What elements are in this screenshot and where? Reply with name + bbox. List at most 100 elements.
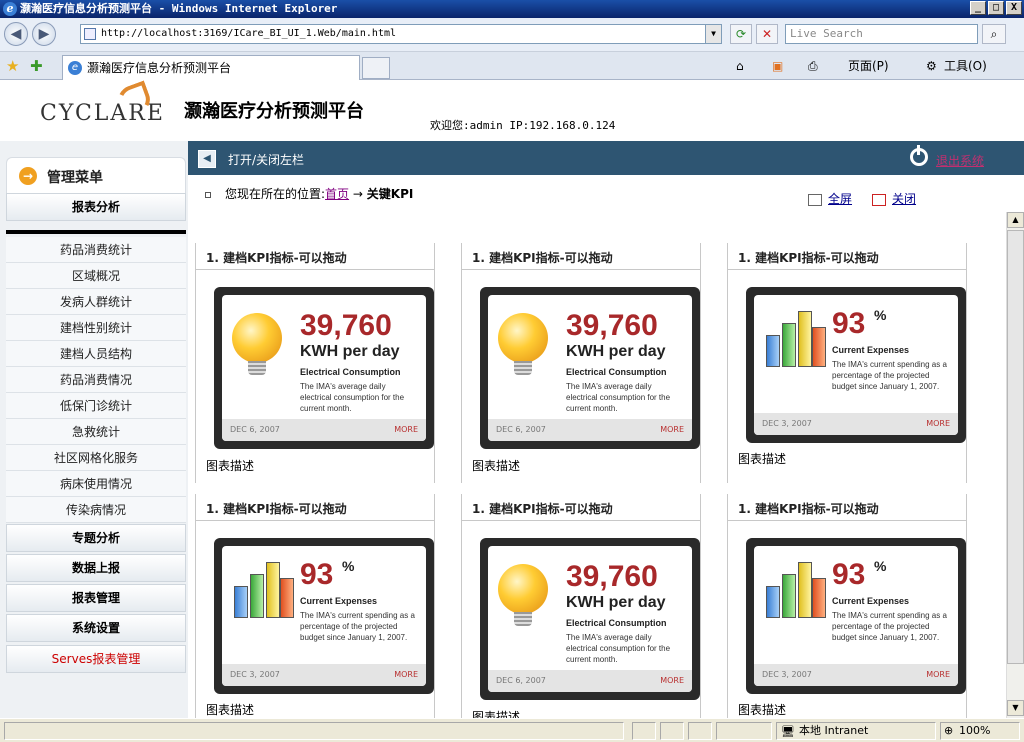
kpi-panel[interactable]: 1. 建档KPI指标-可以拖动 39,760 KWH per day Elect… [195,243,435,483]
sidebar-item[interactable]: 区域概况 [6,263,186,289]
more-link[interactable]: MORE [926,413,950,435]
kpi-card[interactable]: 93 % Current Expenses The IMA's current … [746,287,966,443]
bar-icon [782,323,796,367]
bar-chart-icon [766,311,826,367]
power-icon[interactable] [910,145,928,166]
page-menu[interactable]: 页面(P) [848,58,889,74]
bar-icon [798,311,812,367]
kpi-value: 93 [300,558,334,591]
zoom-level[interactable]: ⊕ 100% [940,722,1020,740]
panel-description: 图表描述 [472,459,521,473]
more-link[interactable]: MORE [394,664,418,686]
kpi-value: 93 [832,558,866,591]
new-tab-button[interactable] [362,57,390,79]
gear-icon: ⚙ [926,59,937,73]
kpi-panel[interactable]: 1. 建档KPI指标-可以拖动 93 % Current Expenses Th… [727,243,967,483]
tools-menu[interactable]: 工具(O) [944,58,987,74]
section-data-report[interactable]: 数据上报 [6,554,186,582]
section-system-settings[interactable]: 系统设置 [6,614,186,642]
lightbulb-icon [498,313,548,375]
more-link[interactable]: MORE [660,670,684,692]
feeds-icon[interactable]: ▣ [772,58,783,74]
close-window-button[interactable]: X [1006,1,1022,15]
address-bar[interactable]: http://localhost:3169/ICare_BI_UI_1.Web/… [80,24,722,44]
logout-link[interactable]: 退出系统 [936,152,984,169]
bullet-icon [205,191,211,198]
search-button[interactable]: ⌕ [982,24,1006,44]
status-text-cell [4,722,624,740]
sidebar-item[interactable]: 药品消费统计 [6,237,186,263]
breadcrumb: 您现在所在的位置:首页 → 关键KPI [205,185,413,202]
vertical-scrollbar[interactable]: ▲ ▼ [1006,212,1024,718]
section-serves-report[interactable]: Serves报表管理 [6,645,186,673]
kpi-card-body: 39,760 KWH per day Electrical Consumptio… [222,295,426,441]
more-link[interactable]: MORE [926,664,950,686]
intranet-icon: 🖥 [781,725,795,738]
forward-arrow-icon: ▶ [38,26,50,42]
sidebar-item[interactable]: 建档性别统计 [6,315,186,341]
kpi-panel[interactable]: 1. 建档KPI指标-可以拖动 39,760 KWH per day Elect… [461,243,701,483]
toggle-sidebar-icon[interactable]: ◀ [198,150,216,168]
section-report-management[interactable]: 报表管理 [6,584,186,612]
statusbar: 🖥 本地 Intranet ⊕ 100% [0,718,1024,742]
refresh-button[interactable]: ⟳ [730,24,752,44]
forward-button[interactable]: ▶ [32,22,56,46]
sidebar-item[interactable]: 传染病情况 [6,497,186,523]
kpi-card[interactable]: 39,760 KWH per day Electrical Consumptio… [480,538,700,700]
edit-icon [808,193,822,206]
scroll-thumb[interactable] [1007,230,1024,664]
window-titlebar: e 灏瀚医疗信息分析预测平台 - Windows Internet Explor… [0,0,1024,18]
kpi-percent: % [342,558,355,574]
section-topic-analysis[interactable]: 专题分析 [6,524,186,552]
scroll-down-icon[interactable]: ▼ [1007,700,1024,716]
top-toolbar: ◀ 打开/关闭左栏 退出系统 [188,141,1024,175]
bar-icon [766,586,780,618]
kpi-date: DEC 6, 2007 [496,425,546,434]
print-icon[interactable]: ⎙ [808,58,818,74]
minimize-button[interactable]: _ [970,1,986,15]
sidebar-item[interactable]: 低保门诊统计 [6,393,186,419]
bar-chart-icon [766,562,826,618]
main-content: 您现在所在的位置:首页 → 关键KPI 全屏 关闭 1. 建档KPI指标-可以拖… [188,175,1008,718]
kpi-panel[interactable]: 1. 建档KPI指标-可以拖动 93 % Current Expenses Th… [727,494,967,718]
sidebar-item[interactable]: 建档人员结构 [6,341,186,367]
kpi-card[interactable]: 93 % Current Expenses The IMA's current … [746,538,966,694]
bar-chart-icon [234,562,294,618]
panel-divider [462,520,700,521]
sidebar-item[interactable]: 病床使用情况 [6,471,186,497]
kpi-card[interactable]: 39,760 KWH per day Electrical Consumptio… [214,287,434,449]
stop-icon: ✕ [761,27,773,41]
close-link[interactable]: 关闭 [872,190,916,207]
kpi-panel[interactable]: 1. 建档KPI指标-可以拖动 93 % Current Expenses Th… [195,494,435,718]
more-link[interactable]: MORE [394,419,418,441]
toggle-sidebar-link[interactable]: 打开/关闭左栏 [228,151,304,168]
scroll-up-icon[interactable]: ▲ [1007,212,1024,228]
sidebar-item[interactable]: 社区网格化服务 [6,445,186,471]
app-title: 灏瀚医疗分析预测平台 [184,101,364,122]
maximize-button[interactable]: □ [988,1,1004,15]
kpi-panel[interactable]: 1. 建档KPI指标-可以拖动 39,760 KWH per day Elect… [461,494,701,718]
browser-tab[interactable]: e 灏瀚医疗信息分析预测平台 [62,55,360,80]
address-dropdown-icon[interactable]: ▼ [705,25,721,43]
sidebar-item[interactable]: 药品消费情况 [6,367,186,393]
add-favorite-icon[interactable]: ✚ [30,57,43,75]
tab-label: 灏瀚医疗信息分析预测平台 [87,61,232,75]
sidebar-item[interactable]: 发病人群统计 [6,289,186,315]
breadcrumb-home-link[interactable]: 首页 [325,187,349,201]
kpi-card-body: 93 % Current Expenses The IMA's current … [754,546,958,686]
favorites-star-icon[interactable]: ★ [6,57,19,75]
back-button[interactable]: ◀ [4,22,28,46]
browser-tabbar: ★ ✚ e 灏瀚医疗信息分析预测平台 ⌂ ▣ ⎙ 页面(P) ⚙ 工具(O) [0,52,1024,80]
panel-description: 图表描述 [206,459,255,473]
more-link[interactable]: MORE [660,419,684,441]
section-report-analysis[interactable]: 报表分析 [6,193,186,221]
home-icon[interactable]: ⌂ [736,58,744,74]
panel-description: 图表描述 [206,703,255,717]
kpi-card[interactable]: 39,760 KWH per day Electrical Consumptio… [480,287,700,449]
search-input[interactable]: Live Search [785,24,978,44]
kpi-card[interactable]: 93 % Current Expenses The IMA's current … [214,538,434,694]
fullscreen-link[interactable]: 全屏 [808,190,852,207]
status-cell [660,722,684,740]
sidebar-item[interactable]: 急救统计 [6,419,186,445]
stop-button[interactable]: ✕ [756,24,778,44]
